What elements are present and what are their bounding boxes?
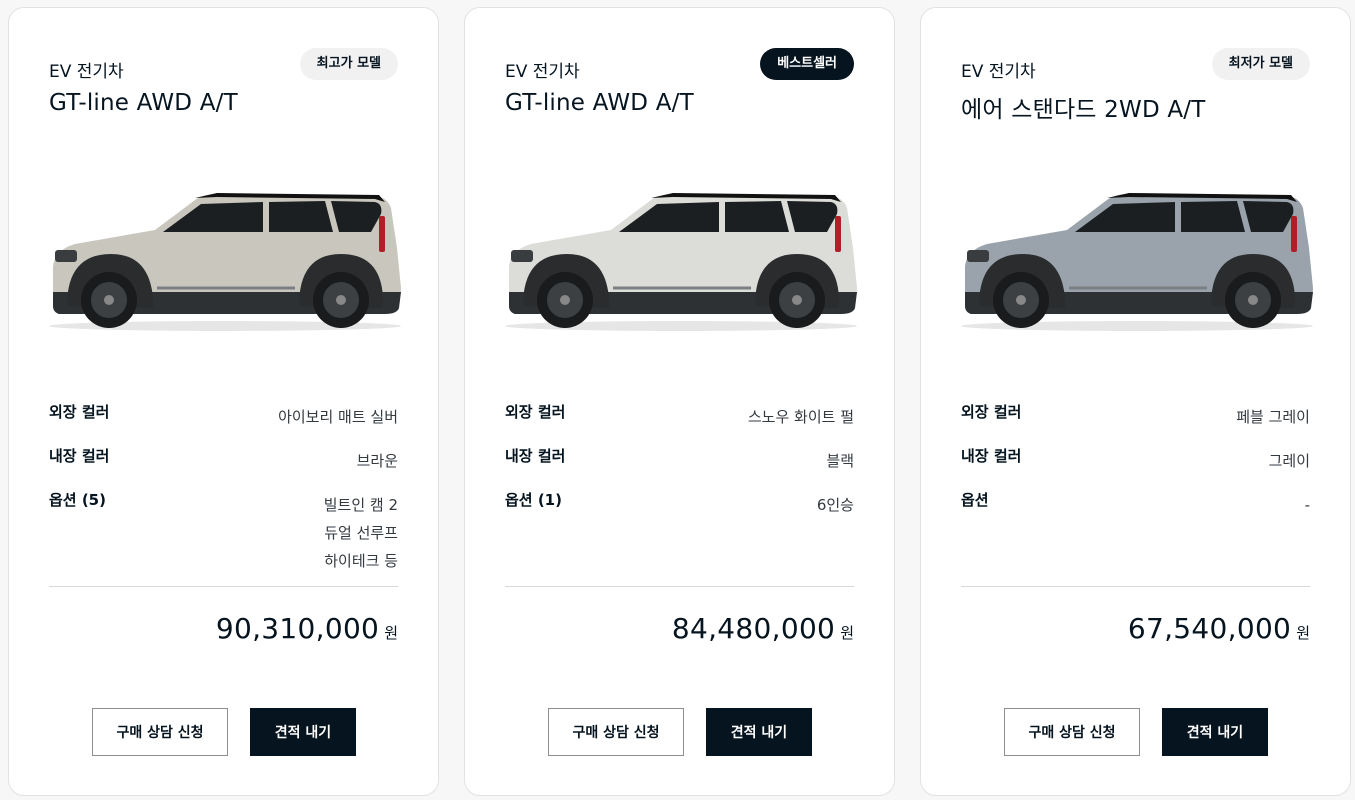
price-amount: 90,310,000	[215, 612, 380, 645]
price-unit: 원	[840, 624, 854, 642]
get-quote-button[interactable]: 견적 내기	[250, 708, 356, 756]
divider	[49, 586, 398, 587]
category-label: EV 전기차	[961, 62, 1036, 82]
trim-name: 에어 스탠다드 2WD A/T	[961, 97, 1206, 123]
price-badge: 최저가 모델	[1211, 48, 1310, 80]
exterior-color-value: 아이보리 매트 실버	[278, 408, 398, 426]
option-item: 하이테크 등	[324, 552, 398, 570]
price: 67,540,000 원	[1128, 612, 1310, 645]
interior-color-value: 브라운	[356, 452, 398, 470]
purchase-consult-button[interactable]: 구매 상담 신청	[548, 708, 684, 756]
exterior-color-value: 페블 그레이	[1236, 408, 1310, 426]
option-item: 듀얼 선루프	[324, 524, 398, 542]
get-quote-button[interactable]: 견적 내기	[1162, 708, 1268, 756]
interior-color-value: 블랙	[826, 452, 854, 470]
trim-name: GT-line AWD A/T	[505, 90, 694, 116]
options-label: 옵션	[961, 491, 989, 509]
price: 84,480,000 원	[672, 612, 854, 645]
price-unit: 원	[384, 624, 398, 642]
category-label: EV 전기차	[49, 62, 124, 82]
interior-color-label: 내장 컬러	[505, 447, 566, 465]
get-quote-button[interactable]: 견적 내기	[706, 708, 812, 756]
price-unit: 원	[1296, 624, 1310, 642]
trim-card: EV 전기차 에어 스탠다드 2WD A/T 최저가 모델 외장 컬러 페블 그…	[920, 7, 1351, 796]
options-label: 옵션 (5)	[49, 491, 106, 509]
interior-color-label: 내장 컬러	[961, 447, 1022, 465]
trim-card: EV 전기차 GT-line AWD A/T 최고가 모델 외장 컬러 아이보리…	[8, 7, 439, 796]
option-item: -	[1304, 496, 1310, 514]
bestseller-badge: 베스트셀러	[760, 48, 854, 80]
interior-color-label: 내장 컬러	[49, 447, 110, 465]
trim-card: EV 전기차 GT-line AWD A/T 베스트셀러 외장 컬러 스노우 화…	[464, 7, 895, 796]
divider	[505, 586, 854, 587]
options-values: 빌트인 캠 2 듀얼 선루프 하이테크 등	[324, 491, 398, 575]
purchase-consult-button[interactable]: 구매 상담 신청	[1004, 708, 1140, 756]
exterior-color-value: 스노우 화이트 펄	[747, 408, 854, 426]
car-image	[49, 193, 401, 331]
trim-name: GT-line AWD A/T	[49, 90, 238, 116]
exterior-color-label: 외장 컬러	[49, 403, 110, 421]
trim-card-list: EV 전기차 GT-line AWD A/T 최고가 모델 외장 컬러 아이보리…	[8, 7, 1351, 797]
exterior-color-label: 외장 컬러	[961, 403, 1022, 421]
options-values: 6인승	[817, 491, 854, 519]
price-badge: 최고가 모델	[299, 48, 398, 80]
option-item: 6인승	[816, 496, 854, 514]
options-values: -	[1305, 491, 1310, 519]
price: 90,310,000 원	[216, 612, 398, 645]
category-label: EV 전기차	[505, 62, 580, 82]
price-amount: 84,480,000	[671, 612, 836, 645]
interior-color-value: 그레이	[1268, 452, 1310, 470]
price-amount: 67,540,000	[1127, 612, 1292, 645]
car-image	[505, 193, 857, 331]
option-item: 빌트인 캠 2	[323, 496, 398, 514]
options-label: 옵션 (1)	[505, 491, 562, 509]
purchase-consult-button[interactable]: 구매 상담 신청	[92, 708, 228, 756]
exterior-color-label: 외장 컬러	[505, 403, 566, 421]
divider	[961, 586, 1310, 587]
car-image	[961, 193, 1313, 331]
